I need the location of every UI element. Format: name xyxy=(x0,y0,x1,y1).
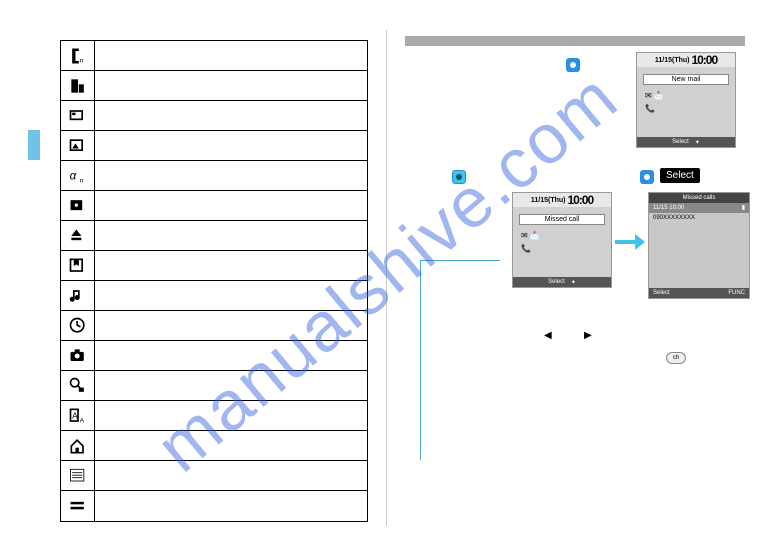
flow-arrow-right xyxy=(615,230,645,254)
dict-icon xyxy=(61,371,95,400)
table-row xyxy=(61,281,367,311)
bookmark-icon xyxy=(61,251,95,280)
eject-icon xyxy=(61,221,95,250)
table-row xyxy=(61,371,367,401)
flow-guide-vertical xyxy=(420,260,421,460)
list-item-signal-icon: ▮ xyxy=(742,203,745,213)
softkey-center: Select xyxy=(672,139,689,145)
svg-text:A: A xyxy=(72,410,78,420)
table-row: n xyxy=(61,41,367,71)
table-row xyxy=(61,101,367,131)
column-divider xyxy=(386,30,387,526)
notification-label: Missed call xyxy=(519,214,605,225)
table-row xyxy=(61,71,367,101)
date-label: 11/15(Thu) xyxy=(531,197,566,204)
phone-screen-missed-call: 11/15(Thu) 10:00 Missed call ✉ 📩 📞 Selec… xyxy=(512,192,612,288)
section-heading-bar xyxy=(405,36,745,46)
svg-text:A: A xyxy=(79,417,84,424)
svg-text:α: α xyxy=(69,169,76,182)
select-action-label: Select xyxy=(660,168,700,183)
flow-guide-horizontal xyxy=(420,260,500,261)
clock-icon xyxy=(61,311,95,340)
table-row: αn xyxy=(61,161,367,191)
softkey-left: Select xyxy=(653,290,670,296)
ch-key-icon: ch xyxy=(666,352,686,364)
table-row xyxy=(61,251,367,281)
card-icon xyxy=(61,101,95,130)
nav-hint-icon: ✦ xyxy=(571,279,576,286)
table-row xyxy=(61,431,367,461)
notification-label: New mail xyxy=(643,74,729,85)
table-row xyxy=(61,311,367,341)
left-arrow-icon: ◀ xyxy=(544,330,552,341)
status-icon-row: ✉ 📩 xyxy=(513,229,611,242)
music-icon xyxy=(61,281,95,310)
time-label: 10:00 xyxy=(567,193,593,207)
center-key-icon xyxy=(566,58,580,72)
status-icon-row: 📞 xyxy=(637,102,735,115)
table-row xyxy=(61,461,367,491)
char-icon: AA xyxy=(61,401,95,430)
phone-screen-new-mail: 11/15(Thu) 10:00 New mail ✉ 📩 📞 Select ✦ xyxy=(636,52,736,148)
home-icon xyxy=(61,431,95,460)
date-label: 11/15(Thu) xyxy=(655,57,690,64)
status-icon-row: 📞 xyxy=(513,242,611,255)
svg-text:n: n xyxy=(79,57,83,64)
phone-mode-icon: n xyxy=(61,41,95,70)
table-row xyxy=(61,191,367,221)
right-arrow-icon: ▶ xyxy=(584,330,592,341)
center-key-icon xyxy=(640,170,654,184)
phone-screen-missed-calls-list: Missed calls 11/15 10:00 ▮ 090XXXXXXXX S… xyxy=(648,192,750,299)
table-row xyxy=(61,341,367,371)
list-item-date: 11/15 10:00 xyxy=(653,203,684,213)
page-tab-marker xyxy=(28,130,40,160)
table-row: AA xyxy=(61,401,367,431)
camera-icon xyxy=(61,341,95,370)
softkey-center: Select xyxy=(548,279,565,285)
multi-key-icon xyxy=(452,170,466,184)
svg-text:n: n xyxy=(79,177,83,184)
table-row xyxy=(61,131,367,161)
icon-description-table: n αn xyxy=(60,40,368,522)
alpha-icon: αn xyxy=(61,161,95,190)
status-icon-row: ✉ 📩 xyxy=(637,89,735,102)
picture-icon xyxy=(61,131,95,160)
list-item-number: 090XXXXXXXX xyxy=(653,215,695,221)
table-row xyxy=(61,491,367,521)
photo-icon xyxy=(61,191,95,220)
nav-hint-icon: ✦ xyxy=(695,139,700,146)
softkey-right: FUNC xyxy=(728,290,745,296)
table-row xyxy=(61,221,367,251)
list-icon xyxy=(61,461,95,490)
time-label: 10:00 xyxy=(691,53,717,67)
equal-icon xyxy=(61,491,95,521)
list-title: Missed calls xyxy=(649,193,749,203)
building-icon xyxy=(61,71,95,100)
